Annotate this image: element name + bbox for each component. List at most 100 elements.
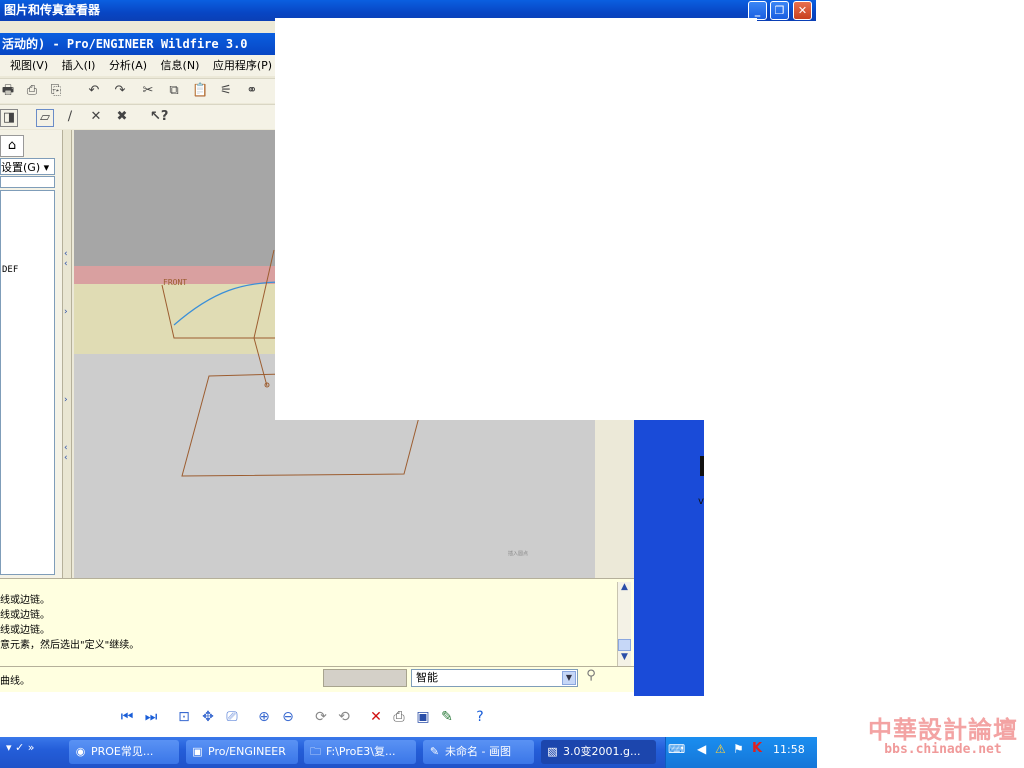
menu-insert[interactable]: 插入(I) bbox=[62, 59, 96, 72]
taskbar-label: 未命名 - 画图 bbox=[445, 745, 511, 758]
taskbar-item-image-viewer[interactable]: ▧ 3.0变2001.g... bbox=[541, 740, 656, 764]
desktop-background bbox=[634, 420, 704, 696]
chevron-left-icon[interactable]: ‹ bbox=[64, 444, 70, 453]
close-button[interactable]: ✕ bbox=[793, 1, 812, 20]
blank-overlay bbox=[275, 18, 757, 420]
scroll-down-icon[interactable]: ▼ bbox=[618, 652, 631, 665]
taskbar-label: F:\ProE3\复... bbox=[326, 745, 396, 758]
taskbar-label: Pro/ENGINEER bbox=[208, 745, 286, 758]
settings-dropdown[interactable]: 设置(G) ▾ bbox=[0, 158, 55, 175]
front-plane-label: FRONT bbox=[163, 278, 187, 287]
filter-value: 智能 bbox=[416, 671, 438, 684]
desktop-fragment: v bbox=[698, 496, 704, 507]
restore-button[interactable]: ❐ bbox=[770, 1, 789, 20]
proe-toolbar-top: 🖶 ⎙ ⎘ ↶ ↷ ✂ ⧉ 📋 ⚟ ⚭ bbox=[0, 78, 275, 103]
paste-icon[interactable]: 📋 bbox=[192, 83, 208, 99]
datum-plane-icon[interactable]: ▱ bbox=[36, 109, 54, 127]
clock[interactable]: 11:58 bbox=[773, 743, 805, 756]
cut-icon[interactable]: ✂ bbox=[140, 83, 156, 99]
menu-analysis[interactable]: 分析(A) bbox=[109, 59, 147, 72]
proe-title: 活动的) - Pro/ENGINEER Wildfire 3.0 bbox=[2, 37, 248, 51]
watermark-title: 中華設計論壇 bbox=[868, 716, 1018, 744]
proe-menubar: 视图(V) 插入(I) 分析(A) 信息(N) 应用程序(P) bbox=[0, 55, 275, 76]
chevron-right-icon[interactable]: › bbox=[64, 396, 70, 405]
chevron-left-icon[interactable]: ‹ bbox=[64, 454, 70, 463]
rotate-counterclockwise-icon[interactable]: ⟲ bbox=[335, 708, 353, 726]
folder-icon: 🗀 bbox=[310, 745, 321, 758]
antivirus-icon[interactable]: K bbox=[752, 741, 762, 756]
selection-filter-dropdown[interactable]: 智能 ▼ bbox=[411, 669, 578, 687]
message-line: 线或边链。 bbox=[0, 625, 50, 636]
best-fit-icon[interactable]: ⊡ bbox=[175, 708, 193, 726]
copy-icon[interactable]: ⧉ bbox=[166, 83, 182, 99]
print-setup-icon[interactable]: ⎘ bbox=[48, 83, 64, 99]
window-icon: ▣ bbox=[192, 745, 203, 758]
tray-arrow-icon[interactable]: ◀ bbox=[697, 742, 706, 756]
taskbar-item-proe-help[interactable]: ◉ PROE常见... bbox=[69, 740, 179, 764]
browser-icon: ◉ bbox=[75, 745, 86, 758]
status-field bbox=[323, 669, 407, 687]
chevron-left-icon[interactable]: ‹ bbox=[64, 250, 70, 259]
tree-header bbox=[0, 176, 55, 188]
panel-splitter[interactable]: ‹ ‹ › › ‹ ‹ bbox=[62, 130, 72, 578]
zoom-out-icon[interactable]: ⊖ bbox=[279, 708, 297, 726]
shading-icon[interactable]: ◨ bbox=[0, 109, 18, 127]
status-text: 曲线。 bbox=[0, 676, 30, 687]
datum-axis-icon[interactable]: ∕ bbox=[62, 109, 78, 125]
security-alert-icon[interactable]: ⚠ bbox=[715, 742, 726, 756]
print-icon[interactable]: 🖶 bbox=[0, 83, 16, 99]
navigator-tab-icon[interactable]: ⌂ bbox=[0, 135, 24, 157]
menu-view[interactable]: 视图(V) bbox=[10, 59, 48, 72]
menu-applications[interactable]: 应用程序(P) bbox=[213, 59, 272, 72]
previous-image-icon[interactable]: ⏮ bbox=[118, 708, 136, 726]
proe-title-bar: 活动的) - Pro/ENGINEER Wildfire 3.0 bbox=[0, 33, 275, 55]
scroll-thumb[interactable] bbox=[618, 639, 631, 651]
message-line: 线或边链。 bbox=[0, 610, 50, 621]
actual-size-icon[interactable]: ✥ bbox=[199, 708, 217, 726]
edit-icon[interactable]: ✎ bbox=[438, 708, 456, 726]
taskbar-label: PROE常见... bbox=[91, 745, 154, 758]
watermark: 中華設計論壇 bbs.chinade.net bbox=[866, 710, 1020, 762]
slideshow-icon[interactable]: ⎚ bbox=[223, 708, 241, 726]
delete-icon[interactable]: ✕ bbox=[367, 708, 385, 726]
settings-label: 设置(G) ▾ bbox=[1, 161, 50, 174]
model-tree[interactable] bbox=[0, 190, 55, 575]
paste-special-icon[interactable]: ⚟ bbox=[218, 83, 234, 99]
undo-icon[interactable]: ↶ bbox=[86, 83, 102, 99]
menu-info[interactable]: 信息(N) bbox=[161, 59, 200, 72]
print-preview-icon[interactable]: ⎙ bbox=[24, 83, 40, 99]
taskbar-item-proengineer[interactable]: ▣ Pro/ENGINEER bbox=[186, 740, 298, 764]
next-image-icon[interactable]: ⏭ bbox=[142, 708, 160, 726]
message-line: 线或边链。 bbox=[0, 595, 50, 606]
taskbar-item-paint[interactable]: ✎ 未命名 - 画图 bbox=[423, 740, 534, 764]
help-icon[interactable]: ? bbox=[471, 708, 489, 726]
print-icon[interactable]: ⎙ bbox=[390, 708, 408, 726]
rotate-clockwise-icon[interactable]: ⟳ bbox=[312, 708, 330, 726]
save-icon[interactable]: ▣ bbox=[414, 708, 432, 726]
viewer-title: 图片和传真查看器 bbox=[4, 3, 101, 17]
keyboard-icon[interactable]: ⌨ bbox=[668, 742, 685, 756]
network-icon[interactable]: ⚑ bbox=[733, 742, 744, 756]
taskbar-item-folder[interactable]: 🗀 F:\ProE3\复... bbox=[304, 740, 416, 764]
redo-icon[interactable]: ↷ bbox=[112, 83, 128, 99]
watermark-url: bbs.chinade.net bbox=[884, 742, 1002, 757]
quicklaunch-arrow-icon[interactable]: ▾ ✓ » bbox=[6, 741, 34, 754]
selection-icon[interactable]: ⚲ bbox=[584, 668, 598, 688]
coord-sys-icon[interactable]: ✖ bbox=[114, 109, 130, 125]
taskbar-label: 3.0变2001.g... bbox=[563, 745, 641, 758]
datum-point-icon[interactable]: ✕ bbox=[88, 109, 104, 125]
paint-icon: ✎ bbox=[429, 745, 440, 758]
find-icon[interactable]: ⚭ bbox=[244, 83, 260, 99]
tree-item[interactable]: DEF bbox=[2, 265, 18, 275]
chevron-left-icon[interactable]: ‹ bbox=[64, 260, 70, 269]
context-help-icon[interactable]: ↖? bbox=[150, 109, 168, 125]
watermark-small: 插入圆点 bbox=[508, 550, 528, 557]
message-scrollbar[interactable]: ▲ ▼ bbox=[617, 582, 631, 666]
image-icon: ▧ bbox=[547, 745, 558, 758]
zoom-in-icon[interactable]: ⊕ bbox=[255, 708, 273, 726]
chevron-down-icon[interactable]: ▼ bbox=[562, 671, 576, 685]
scroll-up-icon[interactable]: ▲ bbox=[618, 582, 631, 595]
message-area: 线或边链。 线或边链。 线或边链。 意元素，然后选出"定义"继续。 bbox=[0, 578, 634, 667]
proe-toolbar-datum: ◨ ▱ ∕ ✕ ✖ ↖? bbox=[0, 104, 275, 129]
chevron-right-icon[interactable]: › bbox=[64, 308, 70, 317]
